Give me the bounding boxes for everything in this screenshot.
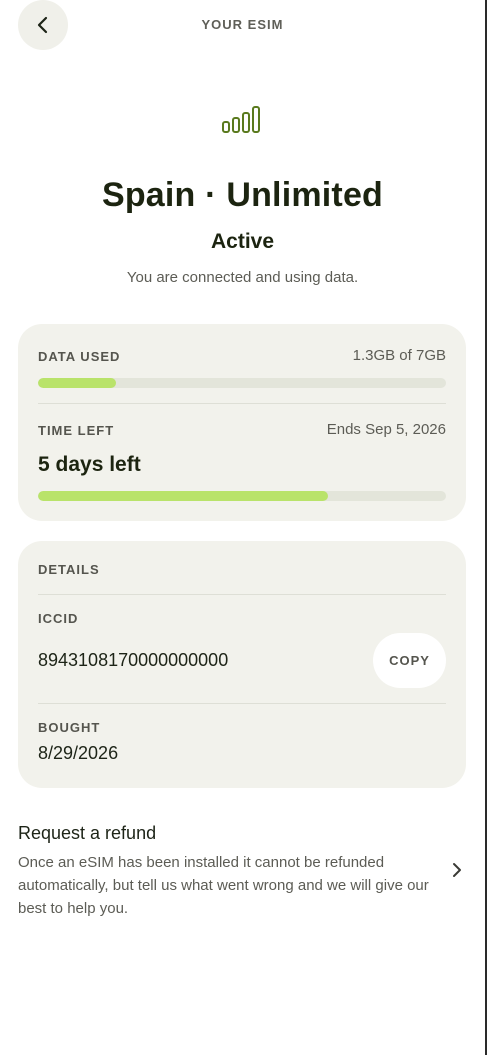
- time-left-label: TIME LEFT: [38, 423, 115, 438]
- status-message: You are connected and using data.: [126, 269, 359, 286]
- plan-status: Active: [210, 230, 275, 253]
- data-used-progress: [38, 378, 446, 388]
- details-card: DETAILS ICCID 8943108170000000000 COPY B…: [18, 541, 466, 788]
- time-left-progress: [38, 491, 446, 501]
- refund-description: Once an eSIM has been installed it canno…: [18, 854, 429, 917]
- data-used-value: 1.3GB of 7GB: [352, 347, 446, 364]
- bought-label: BOUGHT: [38, 720, 101, 735]
- data-used-progress-fill: [38, 378, 116, 388]
- divider: [38, 594, 446, 595]
- page-title: YOUR ESIM: [201, 17, 284, 32]
- refund-title: Request a refund: [18, 823, 157, 843]
- usage-card: DATA USED 1.3GB of 7GB TIME LEFT Ends Se…: [18, 324, 466, 521]
- iccid-value: 8943108170000000000: [38, 650, 229, 670]
- header: YOUR ESIM: [0, 0, 485, 50]
- divider: [38, 703, 446, 704]
- divider: [38, 403, 446, 404]
- data-used-label: DATA USED: [38, 349, 121, 364]
- copy-iccid-button[interactable]: COPY: [373, 633, 446, 688]
- time-left-end-date: Ends Sep 5, 2026: [326, 421, 446, 438]
- iccid-label: ICCID: [38, 611, 79, 626]
- details-heading: DETAILS: [38, 562, 100, 577]
- bought-date: 8/29/2026: [38, 743, 119, 763]
- chevron-right-icon: [453, 863, 461, 877]
- time-left-progress-fill: [38, 491, 328, 501]
- signal-bars-icon: [222, 106, 260, 133]
- days-left-text: 5 days left: [38, 453, 141, 476]
- request-refund-item[interactable]: Request a refund Once an eSIM has been i…: [18, 823, 467, 923]
- plan-title: Spain · Unlimited: [101, 176, 384, 214]
